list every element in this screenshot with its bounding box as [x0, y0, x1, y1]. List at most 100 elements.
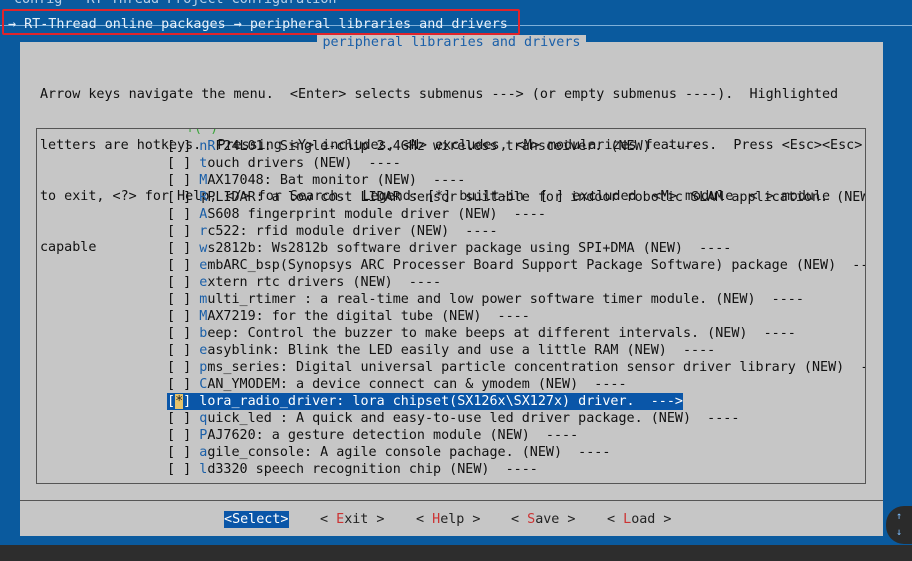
menu-row: [ ] pms_series: Digital universal partic…	[167, 359, 865, 376]
item-label: S608 fingerprint module driver (NEW) ---…	[207, 207, 546, 222]
menuconfig-dialog: peripheral libraries and drivers Arrow k…	[20, 35, 883, 537]
item-label: AN_YMODEM: a device connect can & ymodem…	[207, 377, 627, 392]
menu-row: [ ] extern rtc drivers (NEW) ----	[167, 274, 865, 291]
item-checkbox[interactable]: [ ]	[167, 224, 191, 239]
menu-item[interactable]: [ ] pms_series: Digital universal partic…	[167, 359, 865, 376]
item-checkbox[interactable]: [ ]	[167, 411, 191, 426]
annotation-highlight-box	[2, 9, 520, 35]
menu-item[interactable]: [ ] agile_console: A agile console pacha…	[167, 444, 865, 461]
menu-list[interactable]: ↑(-) [ ] nRF24L01: Single-chip 2.4GHz wi…	[36, 128, 866, 484]
item-label: AX17048: Bat monitor (NEW) ----	[207, 173, 466, 188]
menu-row: [ ] CAN_YMODEM: a device connect can & y…	[167, 376, 865, 393]
arrow-down-icon[interactable]: ↓	[896, 528, 902, 538]
button-label: elp >	[440, 512, 481, 527]
menu-item[interactable]: [ ] nRF24L01: Single-chip 2.4GHz wireles…	[167, 138, 865, 155]
menu-row: [ ] AS608 fingerprint module driver (NEW…	[167, 206, 865, 223]
menu-item[interactable]: [ ] MAX17048: Bat monitor (NEW) ----	[167, 172, 865, 189]
button-bar: <Select> < Exit > < Help > < Save > < Load >	[20, 500, 883, 537]
button-hotkey: L	[623, 512, 632, 527]
menu-item[interactable]: [ ] ld3320 speech recognition chip (NEW)…	[167, 461, 865, 478]
menu-item[interactable]: [ ] ws2812b: Ws2812b software driver pac…	[167, 240, 865, 257]
menu-row: [ ] rc522: rfid module driver (NEW) ----	[167, 223, 865, 240]
item-checkbox[interactable]: [ ]	[167, 343, 191, 358]
item-label: xtern rtc drivers (NEW) ----	[207, 275, 442, 290]
button-bracket: <	[320, 512, 337, 527]
save-button[interactable]: < Save >	[511, 511, 576, 528]
help-button[interactable]: < Help >	[416, 511, 481, 528]
button-hotkey: S	[232, 512, 241, 527]
button-hotkey: E	[336, 512, 345, 527]
menu-item[interactable]: [ ] beep: Control the buzzer to make bee…	[167, 325, 865, 342]
item-checkbox[interactable]: [ ]	[167, 156, 191, 171]
item-checkbox[interactable]: [ ]	[167, 360, 191, 375]
menu-item[interactable]: [ ] MAX7219: for the digital tube (NEW) …	[167, 308, 865, 325]
menu-row: [ ] agile_console: A agile console pacha…	[167, 444, 865, 461]
item-label: ouch drivers (NEW) ----	[207, 156, 401, 171]
arrow-up-icon[interactable]: ↑	[896, 512, 902, 522]
item-label: AX7219: for the digital tube (NEW) ----	[207, 309, 530, 324]
menu-item[interactable]: [ ] easyblink: Blink the LED easily and …	[167, 342, 865, 359]
item-checkbox[interactable]: [ ]	[167, 445, 191, 460]
item-checkbox[interactable]: [ ]	[167, 139, 191, 154]
dialog-title: peripheral libraries and drivers	[316, 35, 587, 50]
item-label: gile_console: A agile console pachage. (…	[207, 445, 611, 460]
menu-item[interactable]: [ ] AS608 fingerprint module driver (NEW…	[167, 206, 865, 223]
load-button[interactable]: < Load >	[607, 511, 672, 528]
item-label: uick_led : A quick and easy-to-use led d…	[207, 411, 740, 426]
item-label: F24L01: Single-chip 2.4GHz wireless tran…	[215, 139, 700, 154]
item-checkbox[interactable]: [ ]	[167, 428, 191, 443]
item-checkbox[interactable]: [ ]	[167, 173, 191, 188]
item-label: AJ7620: a gesture detection module (NEW)…	[207, 428, 579, 443]
menu-item[interactable]: [ ] extern rtc drivers (NEW) ----	[167, 274, 865, 291]
item-checkbox[interactable]: [ ]	[167, 241, 191, 256]
menu-item[interactable]: [ ] rc522: rfid module driver (NEW) ----	[167, 223, 865, 240]
menu-item[interactable]: [ ] multi_rtimer : a real-time and low p…	[167, 291, 865, 308]
item-label: ulti_rtimer : a real-time and low power …	[207, 292, 804, 307]
bottom-status-strip	[0, 545, 912, 561]
button-bracket: <	[224, 512, 233, 527]
button-label: oad >	[631, 512, 672, 527]
item-checkbox[interactable]: [ ]	[167, 462, 191, 477]
item-checkbox[interactable]: [ ]	[167, 292, 191, 307]
button-label: ave >	[535, 512, 576, 527]
item-label: ora_radio_driver: lora chipset(SX126x\SX…	[207, 394, 683, 409]
button-bracket: <	[511, 512, 528, 527]
item-checkbox[interactable]: [ ]	[167, 309, 191, 324]
button-bracket: <	[416, 512, 433, 527]
menu-row: [ ] easyblink: Blink the LED easily and …	[167, 342, 865, 359]
item-label: mbARC_bsp(Synopsys ARC Processer Board S…	[207, 258, 866, 273]
menu-row: [ ] ld3320 speech recognition chip (NEW)…	[167, 461, 865, 478]
select-button[interactable]: <Select>	[224, 511, 289, 528]
menu-item[interactable]: [ ] embARC_bsp(Synopsys ARC Processer Bo…	[167, 257, 865, 274]
item-checkbox[interactable]: [ ]	[167, 190, 191, 205]
button-label: elect>	[240, 512, 289, 527]
exit-button[interactable]: < Exit >	[320, 511, 385, 528]
item-label: eep: Control the buzzer to make beeps at…	[207, 326, 796, 341]
menu-row: [ ] RPLIDAR: a low cost LIDAR sensor sui…	[167, 189, 865, 206]
item-label: s2812b: Ws2812b software driver package …	[207, 241, 732, 256]
help-line: Arrow keys navigate the menu. <Enter> se…	[40, 87, 839, 102]
menu-item[interactable]: [ ] touch drivers (NEW) ----	[167, 155, 865, 172]
scroll-control-overlay[interactable]: ↑ ↓	[886, 506, 912, 544]
menu-row: [ ] ws2812b: Ws2812b software driver pac…	[167, 240, 865, 257]
scroll-up-indicator: ↑(-)	[185, 129, 220, 137]
button-label: xit >	[344, 512, 385, 527]
menu-item[interactable]: [ ] CAN_YMODEM: a device connect can & y…	[167, 376, 865, 393]
item-checkbox[interactable]: [ ]	[167, 258, 191, 273]
item-checkbox[interactable]: [ ]	[167, 326, 191, 341]
menu-row: [ ] multi_rtimer : a real-time and low p…	[167, 291, 865, 308]
item-label: c522: rfid module driver (NEW) ----	[207, 224, 498, 239]
menu-item-selected[interactable]: [*] lora_radio_driver: lora chipset(SX12…	[167, 393, 683, 410]
item-label: ms_series: Digital universal particle co…	[207, 360, 866, 375]
item-checkbox[interactable]: [*]	[167, 394, 191, 409]
menu-item[interactable]: [ ] RPLIDAR: a low cost LIDAR sensor sui…	[167, 189, 865, 206]
menu-row: [ ] MAX7219: for the digital tube (NEW) …	[167, 308, 865, 325]
item-checkbox[interactable]: [ ]	[167, 377, 191, 392]
menu-item[interactable]: [ ] PAJ7620: a gesture detection module …	[167, 427, 865, 444]
item-checkbox[interactable]: [ ]	[167, 207, 191, 222]
menu-item[interactable]: [ ] quick_led : A quick and easy-to-use …	[167, 410, 865, 427]
item-label: asyblink: Blink the LED easily and use a…	[207, 343, 716, 358]
item-label: d3320 speech recognition chip (NEW) ----	[207, 462, 538, 477]
menu-row: [ ] quick_led : A quick and easy-to-use …	[167, 410, 865, 427]
item-checkbox[interactable]: [ ]	[167, 275, 191, 290]
